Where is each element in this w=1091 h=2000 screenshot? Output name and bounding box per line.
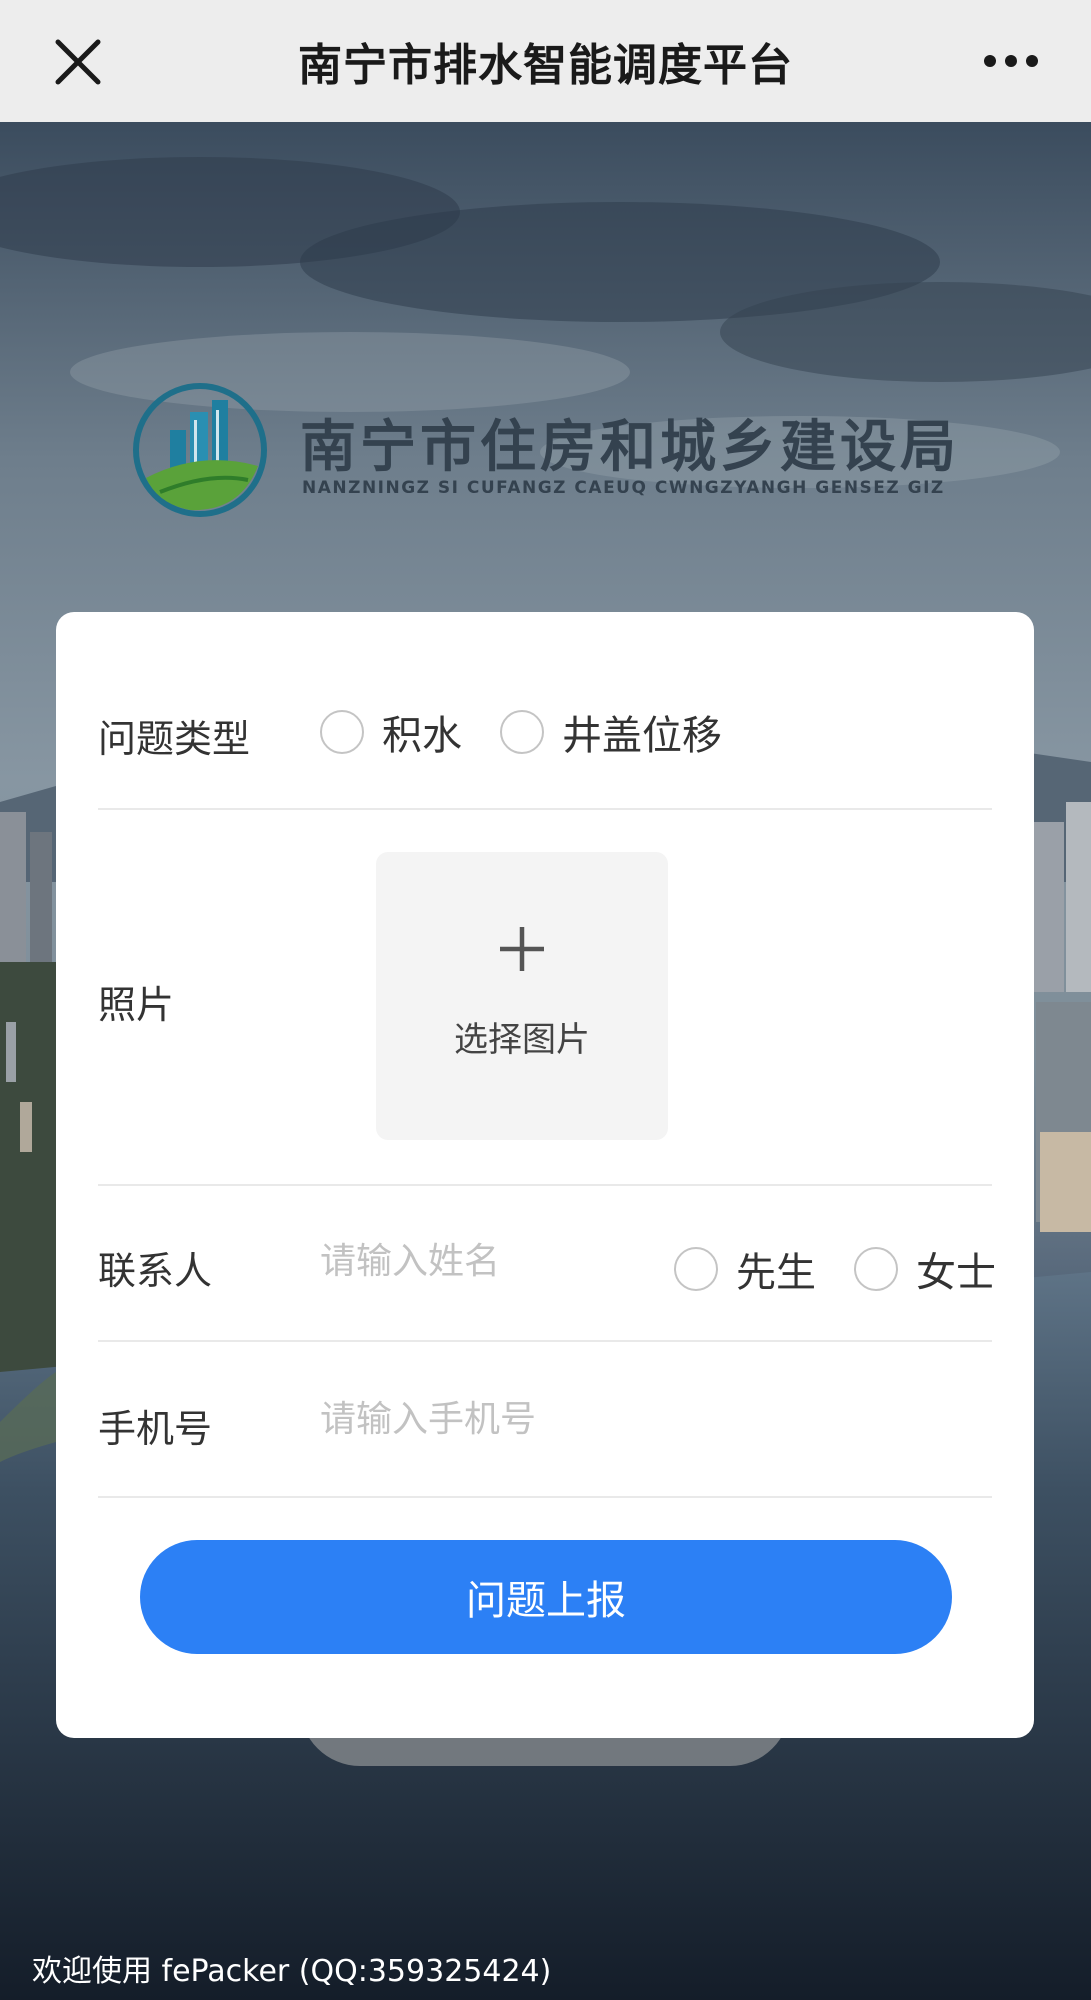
photo-row: 照片 选择图片 (98, 810, 992, 1186)
issue-type-option-label: 积水 (382, 713, 462, 759)
issue-type-option-manhole-displaced[interactable]: 井盖位移 (500, 703, 722, 761)
salutation-option-label: 先生 (736, 1250, 816, 1296)
radio-circle[interactable] (674, 1247, 718, 1291)
issue-type-option-waterlogging[interactable]: 积水 (320, 703, 462, 761)
issue-type-row: 问题类型 积水 井盖位移 (98, 612, 992, 810)
choose-image-button[interactable]: 选择图片 (376, 852, 668, 1140)
bureau-emblem-icon (133, 383, 267, 517)
plus-icon (500, 927, 544, 971)
radio-circle[interactable] (320, 710, 364, 754)
choose-image-label: 选择图片 (454, 1020, 590, 1060)
radio-circle[interactable] (854, 1247, 898, 1291)
contact-label: 联系人 (98, 1249, 213, 1293)
report-issue-button[interactable]: 问题上报 (140, 1540, 952, 1654)
salutation-option-ms[interactable]: 女士 (854, 1240, 996, 1298)
salutation-option-label: 女士 (916, 1250, 996, 1296)
photo-label: 照片 (98, 983, 175, 1027)
issue-type-label: 问题类型 (98, 717, 251, 761)
issue-type-option-label: 井盖位移 (562, 713, 722, 759)
bureau-name-zhuang: NANZNINGZ SI CUFANGZ CAEUQ CWNGZYANGH GE… (302, 478, 945, 498)
phone-number-input[interactable] (320, 1394, 920, 1444)
bureau-name-chinese: 南宁市住房和城乡建设局 (300, 415, 960, 480)
radio-circle[interactable] (500, 710, 544, 754)
page-title: 南宁市排水智能调度平台 (298, 40, 793, 91)
phone-label: 手机号 (98, 1407, 213, 1451)
salutation-option-mr[interactable]: 先生 (674, 1240, 816, 1298)
bureau-logo: 南宁市住房和城乡建设局 NANZNINGZ SI CUFANGZ CAEUQ C… (130, 380, 956, 520)
more-dots-icon[interactable] (981, 40, 1041, 82)
watermark-text: 欢迎使用 fePacker (QQ:359325424) (32, 1954, 552, 1989)
phone-row: 手机号 (98, 1342, 992, 1498)
contact-row: 联系人 先生 女士 (98, 1186, 996, 1342)
close-icon[interactable] (50, 34, 106, 90)
report-form-card: 问题类型 积水 井盖位移 照片 选择图片 联系人 先生 女士 (56, 612, 1034, 1738)
title-bar: 南宁市排水智能调度平台 (0, 0, 1091, 122)
contact-name-input[interactable] (320, 1236, 620, 1286)
